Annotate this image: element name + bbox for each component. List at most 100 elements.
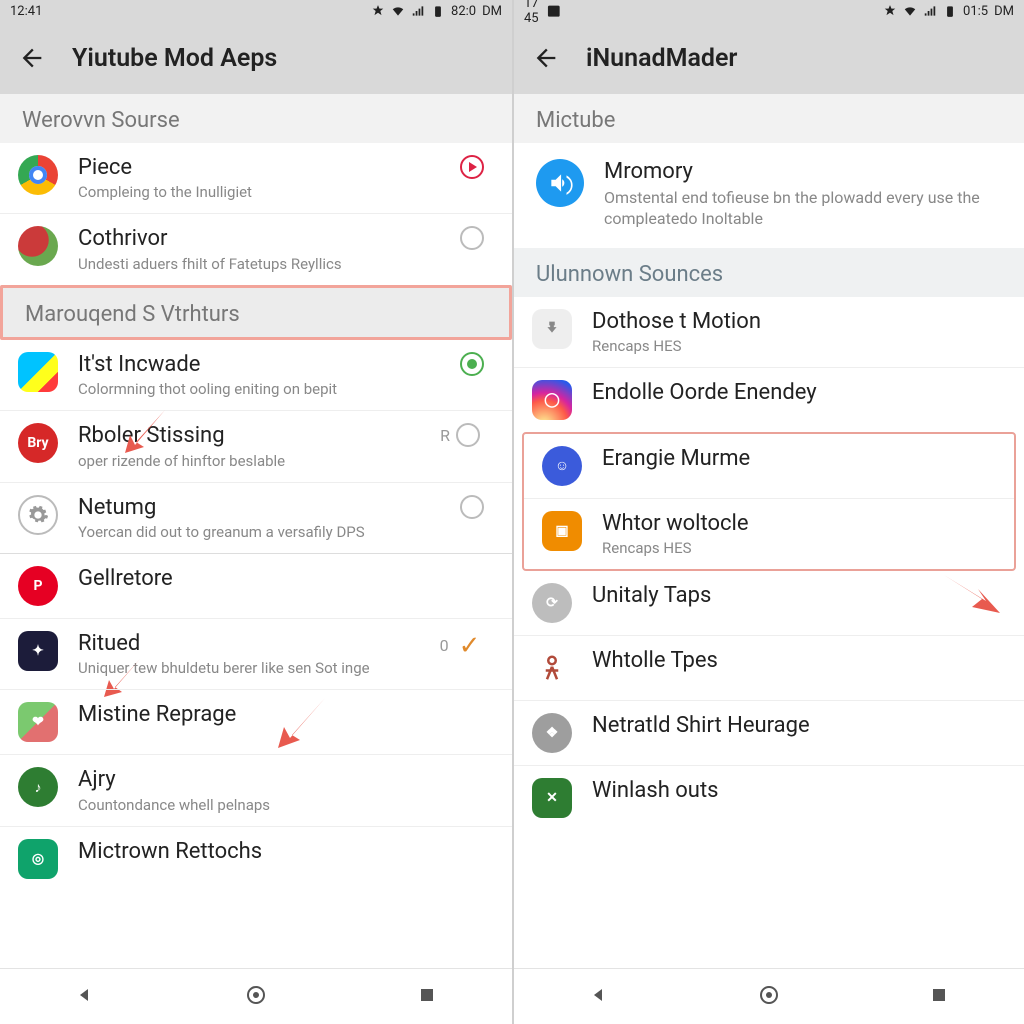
section-header: Werovvn Sourse — [0, 94, 512, 143]
radio-icon[interactable] — [456, 423, 480, 447]
app-icon: ✕ — [532, 778, 572, 818]
app-icon — [18, 226, 58, 266]
list: Dothose t Motion Rencaps HES ◯ Endolle O… — [514, 297, 1024, 968]
list-item[interactable]: Whtolle Tpes — [514, 635, 1024, 700]
radio-selected-icon[interactable] — [460, 352, 484, 376]
status-clock: 01:5 — [963, 4, 988, 19]
app-bar: Yiutube Mod Aeps — [0, 22, 512, 94]
item-title: Ritued — [78, 631, 410, 657]
nav-home-button[interactable] — [244, 983, 268, 1011]
trail-letter: R — [440, 426, 450, 445]
list-item[interactable]: Dothose t Motion Rencaps HES — [514, 297, 1024, 367]
battery-icon — [431, 4, 445, 18]
nav-bar — [514, 968, 1024, 1024]
memory-row[interactable]: Mromory Omstental end tofieuse bn the pl… — [514, 143, 1024, 248]
list-item[interactable]: ☺ Erangie Murme — [524, 434, 1014, 498]
highlighted-group: ☺ Erangie Murme ▣ Whtor woltocle Rencaps… — [522, 432, 1016, 571]
speaker-icon — [536, 159, 584, 207]
signal-icon — [923, 4, 937, 18]
item-title: Mromory — [604, 159, 1002, 184]
item-title: Whtor woltocle — [602, 511, 992, 537]
list-item[interactable]: ❤ Mistine Reprage — [0, 689, 512, 754]
back-button[interactable] — [532, 44, 560, 72]
list-item[interactable]: It'st Incwade Colormning thot ooling eni… — [0, 340, 512, 410]
app-icon: ◎ — [18, 839, 58, 879]
play-store-icon — [18, 352, 58, 392]
wifi-icon — [903, 4, 917, 18]
list-item[interactable]: ◎ Mictrown Rettochs — [0, 826, 512, 891]
app-icon: ▣ — [542, 511, 582, 551]
pinterest-icon: P — [18, 566, 58, 606]
list-item[interactable]: ⟳ Unitaly Taps — [514, 571, 1024, 635]
play-icon[interactable] — [460, 155, 484, 179]
item-subtitle: Compleing to the Inulligiet — [78, 183, 434, 201]
item-subtitle: Rencaps HES — [602, 539, 992, 557]
nav-recent-button[interactable] — [927, 983, 951, 1011]
list-item[interactable]: Bry Rboler Stissing oper rizende of hinf… — [0, 410, 512, 481]
item-title: Endolle Oorde Enendey — [592, 380, 1002, 406]
item-subtitle: Colormning thot ooling eniting on bepit — [78, 380, 434, 398]
person-icon — [532, 648, 572, 688]
status-clock: 82:0 — [451, 4, 476, 19]
section-header: Mictube — [514, 94, 1024, 143]
list-item[interactable]: ✕ Winlash outs — [514, 765, 1024, 830]
item-title: Unitaly Taps — [592, 583, 1002, 609]
page-title: iNunadMader — [586, 44, 737, 73]
item-subtitle: oper rizende of hinftor beslable — [78, 452, 410, 470]
nav-back-button[interactable] — [73, 983, 97, 1011]
nav-recent-button[interactable] — [415, 983, 439, 1011]
app-icon: ❤ — [18, 702, 58, 742]
item-subtitle: Yoercan did out to greanum a versafily D… — [78, 523, 434, 541]
item-title: Winlash outs — [592, 778, 1002, 804]
list-item[interactable]: ✦ Ritued Uniquer tew bhuldetu berer like… — [0, 618, 512, 689]
item-title: Cothrivor — [78, 226, 434, 252]
badge: 0 — [440, 636, 449, 655]
app-icon: ✦ — [18, 631, 58, 671]
list-item[interactable]: ♪ Ajry Countondance whell pelnaps — [0, 754, 512, 825]
back-button[interactable] — [18, 44, 46, 72]
item-title: Dothose t Motion — [592, 309, 1002, 335]
item-title: Mictrown Rettochs — [78, 839, 490, 865]
list: Piece Compleing to the Inulligiet Cothri… — [0, 143, 512, 968]
radio-icon[interactable] — [460, 495, 484, 519]
list-item[interactable]: ◯ Endolle Oorde Enendey — [514, 367, 1024, 432]
item-subtitle: Countondance whell pelnaps — [78, 796, 490, 814]
arrow-left-icon — [18, 44, 46, 72]
phone-left: 12:41 82:0 DM Yiutube Mod Aeps Werovvn S… — [0, 0, 512, 1024]
highlighted-section: Marouqend S Vtrhturs — [0, 285, 512, 340]
list-item[interactable]: P Gellretore — [0, 553, 512, 618]
radio-icon[interactable] — [460, 226, 484, 250]
item-title: Mistine Reprage — [78, 702, 490, 728]
nav-bar — [0, 968, 512, 1024]
calendar-icon — [545, 2, 563, 20]
item-title: Netratld Shirt Heurage — [592, 713, 1002, 739]
instagram-icon: ◯ — [532, 380, 572, 420]
item-subtitle: Uniquer tew bhuldetu berer like sen Sot … — [78, 659, 410, 677]
app-icon: ☺ — [542, 446, 582, 486]
item-title: Whtolle Tpes — [592, 648, 1002, 674]
list-item[interactable]: ❖ Netratld Shirt Heurage — [514, 700, 1024, 765]
status-bar: 12:41 82:0 DM — [0, 0, 512, 22]
star-icon — [371, 4, 385, 18]
list-item[interactable]: Piece Compleing to the Inulligiet — [0, 143, 512, 213]
item-title: Netumg — [78, 495, 434, 521]
app-icon: ⟳ — [532, 583, 572, 623]
wifi-icon — [391, 4, 405, 18]
list-item[interactable]: Netumg Yoercan did out to greanum a vers… — [0, 482, 512, 553]
list-item[interactable]: ▣ Whtor woltocle Rencaps HES — [524, 498, 1014, 569]
spotify-icon: ♪ — [18, 767, 58, 807]
app-icon: ❖ — [532, 713, 572, 753]
phone-right: 17 45 01:5 DM iNunadMader Mictube Mromor… — [512, 0, 1024, 1024]
app-icon: Bry — [18, 423, 58, 463]
app-bar: iNunadMader — [514, 22, 1024, 94]
nav-home-button[interactable] — [757, 983, 781, 1011]
list-item[interactable]: Cothrivor Undesti aduers fhilt of Fatetu… — [0, 213, 512, 284]
chrome-icon — [18, 155, 58, 195]
status-time: 12:41 — [10, 4, 42, 19]
usb-icon — [532, 309, 572, 349]
item-title: Ajry — [78, 767, 490, 793]
section-header: Ulunnown Sounces — [514, 248, 1024, 297]
nav-back-button[interactable] — [587, 983, 611, 1011]
page-title: Yiutube Mod Aeps — [72, 44, 277, 73]
status-meridiem: DM — [994, 4, 1014, 19]
